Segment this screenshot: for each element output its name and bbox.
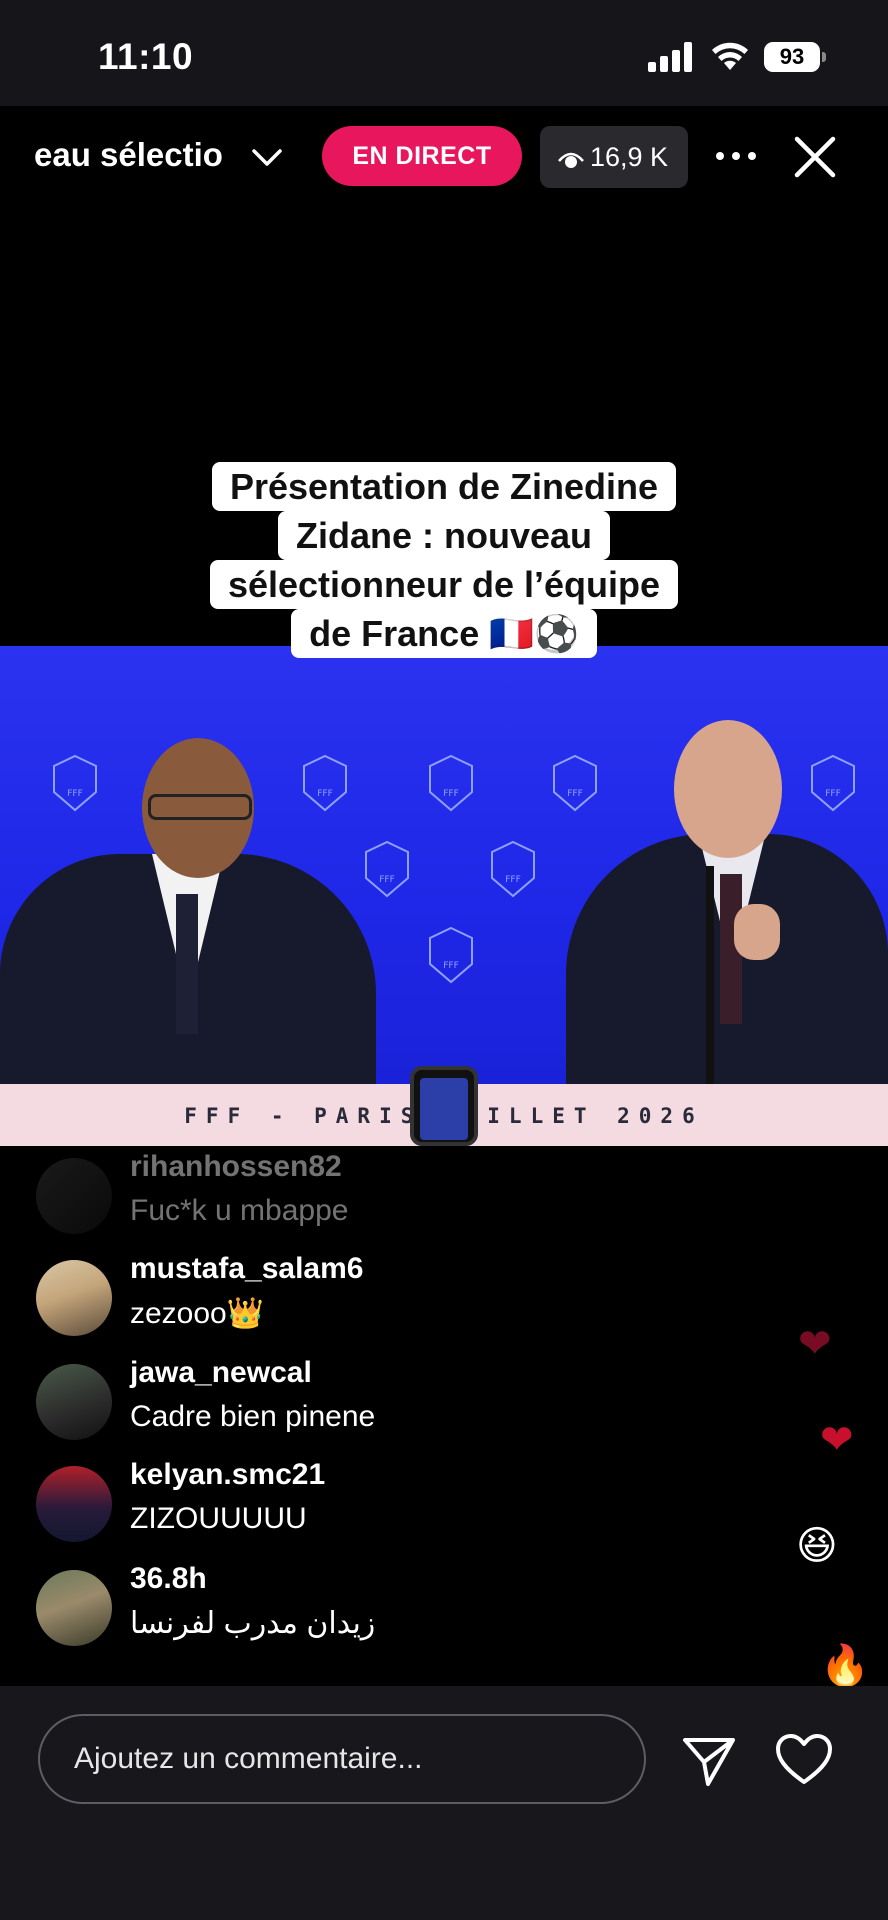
video-caption: Présentation de Zinedine Zidane : nouvea… xyxy=(0,462,888,658)
chevron-down-icon[interactable] xyxy=(250,142,284,172)
viewer-count: 16,9 K xyxy=(590,142,669,172)
floating-heart-icon: ❤ xyxy=(798,1322,832,1366)
fff-logo: FFF xyxy=(303,754,347,812)
live-comments: rihanhossen82 Fuc*k u mbappe mustafa_sal… xyxy=(0,1146,888,1686)
avatar[interactable] xyxy=(36,1364,112,1440)
comment-bar xyxy=(0,1686,888,1920)
svg-text:FFF: FFF xyxy=(443,961,459,971)
comment-text: Cadre bien pinene xyxy=(130,1400,376,1433)
svg-text:FFF: FFF xyxy=(379,875,395,885)
comment-username[interactable]: 36.8h xyxy=(130,1562,207,1596)
fff-logo: FFF xyxy=(491,840,535,898)
status-bar: 11:10 93 xyxy=(0,0,888,106)
comment-username[interactable]: jawa_newcal xyxy=(130,1356,312,1390)
avatar[interactable] xyxy=(36,1570,112,1646)
comment-item[interactable]: 36.8h زيدان مدرب لفرنسا xyxy=(36,1552,796,1648)
comment-username[interactable]: kelyan.smc21 xyxy=(130,1458,325,1492)
comment-item[interactable]: jawa_newcal Cadre bien pinene xyxy=(36,1346,796,1442)
close-icon[interactable] xyxy=(790,132,840,182)
caption-line: Zidane : nouveau xyxy=(277,511,611,560)
live-video[interactable]: FFF FFF FFF FFF FFF FFF FFF FFF FFF - PA… xyxy=(0,214,888,1146)
comment-username[interactable]: mustafa_salam6 xyxy=(130,1252,363,1286)
svg-text:FFF: FFF xyxy=(505,875,521,885)
comment-item[interactable]: rihanhossen82 Fuc*k u mbappe xyxy=(36,1140,796,1236)
comment-text: Fuc*k u mbappe xyxy=(130,1194,349,1227)
clock-time: 11:10 xyxy=(98,36,194,77)
svg-text:FFF: FFF xyxy=(825,789,841,799)
floating-fire-icon: 🔥 xyxy=(820,1644,870,1688)
comment-item[interactable]: kelyan.smc21 ZIZOUUUUU xyxy=(36,1448,796,1544)
battery-icon: 93 xyxy=(764,42,826,72)
fff-logo: FFF xyxy=(53,754,97,812)
eye-icon xyxy=(558,152,584,168)
avatar[interactable] xyxy=(36,1260,112,1336)
fff-logo: FFF xyxy=(429,926,473,984)
avatar[interactable] xyxy=(36,1158,112,1234)
heart-icon[interactable] xyxy=(774,1732,834,1788)
more-dots-icon[interactable] xyxy=(716,146,760,166)
fff-logo: FFF xyxy=(553,754,597,812)
svg-text:FFF: FFF xyxy=(567,789,583,799)
comment-item[interactable]: mustafa_salam6 zezooo👑 xyxy=(36,1242,796,1338)
caption-line: de France 🇫🇷⚽ xyxy=(291,609,597,658)
live-badge: EN DIRECT xyxy=(322,126,522,186)
svg-text:FFF: FFF xyxy=(67,789,83,799)
caption-line: Présentation de Zinedine xyxy=(211,462,677,511)
fff-logo: FFF xyxy=(811,754,855,812)
wifi-icon xyxy=(712,42,748,70)
comment-text: زيدان مدرب لفرنسا xyxy=(130,1607,376,1640)
floating-laugh-icon: 😆 xyxy=(796,1524,838,1568)
battery-level: 93 xyxy=(764,42,820,72)
cellular-signal-icon xyxy=(648,42,694,72)
comment-username[interactable]: rihanhossen82 xyxy=(130,1150,342,1184)
phone-in-frame xyxy=(410,1066,478,1146)
send-icon[interactable] xyxy=(680,1732,738,1788)
avatar[interactable] xyxy=(36,1466,112,1542)
caption-line: sélectionneur de l’équipe xyxy=(209,560,679,609)
live-header: eau sélectio EN DIRECT 16,9 K xyxy=(0,106,888,214)
floating-heart-icon: ❤ xyxy=(820,1418,854,1462)
svg-text:FFF: FFF xyxy=(317,789,333,799)
svg-text:FFF: FFF xyxy=(443,789,459,799)
viewer-count-pill[interactable]: 16,9 K xyxy=(540,126,688,188)
fff-logo: FFF xyxy=(429,754,473,812)
live-title[interactable]: eau sélectio xyxy=(34,136,234,184)
comment-input[interactable] xyxy=(38,1714,646,1804)
comment-text: ZIZOUUUUU xyxy=(130,1502,307,1535)
comment-text: zezooo👑 xyxy=(130,1297,265,1330)
fff-logo: FFF xyxy=(365,840,409,898)
